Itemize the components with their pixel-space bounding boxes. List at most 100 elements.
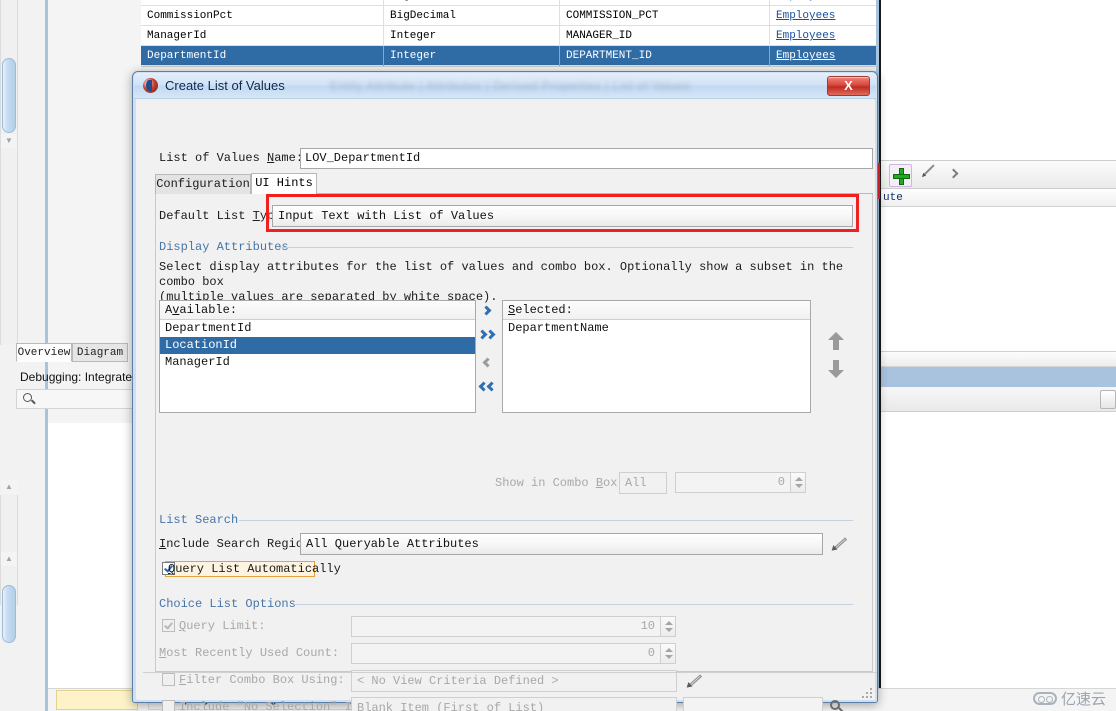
cloud-icon	[1032, 691, 1057, 705]
cell-name: DepartmentId	[141, 46, 384, 66]
tab-diagram[interactable]: Diagram	[72, 343, 128, 362]
available-items: DepartmentId LocationId ManagerId	[160, 320, 475, 412]
resize-grip[interactable]	[860, 686, 872, 698]
ide-right-column-header: ute	[881, 189, 1116, 207]
ide-right-selected-bar[interactable]	[881, 367, 1116, 387]
reorder-buttons	[825, 332, 847, 392]
edit-pencil-icon[interactable]	[917, 164, 940, 187]
tab-configuration[interactable]: Configuration	[155, 174, 251, 194]
pane-divider-dark	[879, 0, 881, 711]
spinner-down-icon[interactable]	[665, 628, 673, 632]
search-magnifier-icon[interactable]	[829, 699, 845, 711]
ide-right-tool-button[interactable]	[1100, 390, 1116, 409]
include-search-region-combo[interactable]: All Queryable Attributes	[300, 533, 823, 555]
include-no-selection-checkbox[interactable]	[162, 700, 175, 711]
move-left-icon[interactable]	[476, 352, 500, 374]
spinner-down-icon[interactable]	[665, 655, 673, 659]
ide-right-toolbar	[881, 160, 1116, 189]
most-recently-used-count-spinner[interactable]	[661, 643, 676, 664]
cell-type: Integer	[384, 26, 560, 46]
chevron-right-icon[interactable]	[943, 164, 966, 187]
display-attributes-title: Display Attributes	[159, 240, 296, 254]
filter-combo-box-select[interactable]: < No View Criteria Defined >	[351, 670, 677, 692]
dialog-title: Create List of Values	[165, 78, 285, 93]
include-no-selection-text-input[interactable]	[683, 697, 823, 711]
show-in-combo-count-input[interactable]: 0	[675, 472, 791, 493]
query-list-automatically-label[interactable]: Query List Automatically	[168, 562, 341, 576]
query-limit-spinner[interactable]	[661, 616, 676, 637]
spinner-up-icon[interactable]	[665, 621, 673, 625]
add-icon[interactable]	[889, 164, 912, 187]
available-attributes-listbox[interactable]: Available: DepartmentId LocationId Manag…	[159, 300, 476, 413]
filter-combo-box-label: Filter Combo Box Using:	[179, 673, 345, 687]
lov-name-row: List of Values Name: LOV_DepartmentId	[159, 148, 873, 170]
dialog-titlebar[interactable]: Create List of Values Entity Attribute |…	[134, 73, 876, 99]
default-list-type-label: Default List Type:	[159, 209, 289, 223]
tab-ui-hints[interactable]: UI Hints	[251, 173, 317, 194]
selected-attributes-listbox[interactable]: Selected: DepartmentName	[502, 300, 811, 413]
move-right-icon[interactable]	[476, 300, 500, 322]
list-item[interactable]: DepartmentId	[160, 320, 475, 337]
list-item-selected[interactable]: LocationId	[160, 337, 475, 354]
lov-name-label: List of Values Name:	[159, 151, 304, 165]
list-search-title: List Search	[159, 513, 246, 527]
lov-name-input[interactable]: LOV_DepartmentId	[300, 148, 873, 169]
left-scrollbar-down-arrow-upper[interactable]: ▼	[1, 134, 17, 148]
cell-type: BigDecimal	[384, 6, 560, 26]
left-scrollbar-up-arrow-mid[interactable]: ▲	[1, 480, 17, 494]
move-up-icon[interactable]	[828, 332, 844, 354]
left-scrollbar-upper-thumb[interactable]	[2, 58, 16, 133]
watermark: 亿速云	[1032, 687, 1106, 709]
move-all-left-icon[interactable]	[476, 376, 500, 398]
tab-overview[interactable]: Overview	[16, 343, 72, 362]
taskbar-status-chip[interactable]	[56, 690, 138, 710]
show-in-combo-select[interactable]: All	[619, 472, 667, 494]
include-no-selection-select[interactable]: Blank Item (First of List)	[351, 697, 677, 711]
footer-divider	[143, 672, 877, 673]
filter-combo-box-checkbox[interactable]	[162, 673, 175, 686]
move-all-right-icon[interactable]	[476, 324, 500, 346]
query-limit-checkbox[interactable]	[162, 619, 175, 632]
edit-search-region-pencil-icon[interactable]	[829, 534, 849, 553]
query-limit-label: Query Limit:	[179, 619, 266, 633]
list-item[interactable]: DepartmentName	[503, 320, 810, 337]
list-item[interactable]: ManagerId	[160, 354, 475, 371]
debug-status-label: Debugging: Integrated	[20, 370, 139, 384]
close-button[interactable]: X	[827, 76, 870, 96]
include-search-region-label: Include Search Region:	[159, 537, 318, 551]
ide-right-strip	[881, 352, 1116, 367]
search-icon	[23, 393, 32, 402]
group-divider	[294, 604, 853, 605]
screen: ▼ ▲ ▲ CommissionPct BigDecimal COMMISSIO…	[0, 0, 1116, 711]
edit-view-criteria-pencil-icon[interactable]	[684, 671, 704, 690]
left-scrollbar-mid[interactable]	[0, 170, 18, 345]
move-down-icon[interactable]	[828, 360, 844, 382]
selected-items: DepartmentName	[503, 320, 810, 412]
default-list-type-combo[interactable]: Input Text with List of Values	[272, 205, 853, 227]
choice-list-options-group: Choice List Options	[159, 597, 853, 611]
editor-tabstrip: Overview Diagram	[16, 343, 128, 362]
most-recently-used-count-label: Most Recently Used Count:	[159, 646, 340, 660]
most-recently-used-count-input[interactable]: 0	[351, 643, 661, 664]
spinner-up-icon[interactable]	[665, 648, 673, 652]
query-limit-input[interactable]: 10	[351, 616, 661, 637]
ide-right-list[interactable]	[881, 207, 1116, 352]
show-in-combo-count-spinner[interactable]	[791, 472, 806, 493]
create-list-of-values-dialog: Create List of Values Entity Attribute |…	[132, 71, 878, 711]
breadcrumb: Entity Attribute | Attributes | Derived …	[330, 79, 691, 93]
spinner-down-icon[interactable]	[795, 484, 803, 488]
choice-list-options-title: Choice List Options	[159, 597, 303, 611]
search-input[interactable]	[16, 389, 142, 409]
ide-right-lower-area	[881, 412, 1116, 711]
left-scrollbar-lower-thumb[interactable]	[2, 585, 16, 643]
ide-right-top	[881, 0, 1116, 160]
list-search-group: List Search	[159, 513, 853, 527]
dialog-tabstrip: Configuration UI Hints	[155, 173, 873, 194]
watermark-text: 亿速云	[1060, 690, 1106, 708]
show-in-combo-label: Show in Combo Box:	[495, 476, 625, 490]
selected-label: Selected:	[503, 301, 810, 320]
check-icon	[164, 620, 173, 630]
ide-left-lower-pane	[48, 423, 141, 688]
left-scrollbar-up-arrow-lower[interactable]: ▲	[1, 552, 17, 566]
spinner-up-icon[interactable]	[795, 477, 803, 481]
